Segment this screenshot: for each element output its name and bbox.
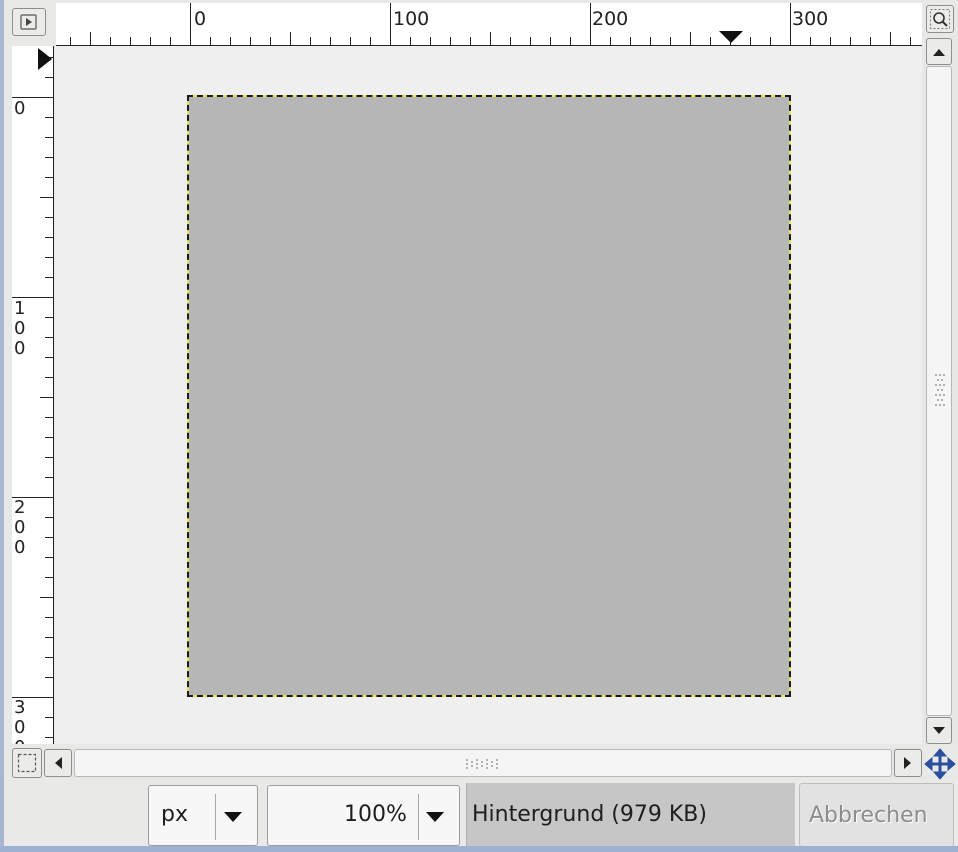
cancel-button-label: Abbrechen: [809, 803, 928, 828]
dashed-square-icon: [17, 753, 37, 773]
hruler-label-300: 300: [792, 8, 828, 30]
horizontal-scroll-thumb[interactable]: [74, 749, 892, 777]
scroll-right-button[interactable]: [894, 749, 922, 777]
scroll-down-button[interactable]: [926, 717, 952, 744]
layer-info-label: Hintergrund (979 KB): [466, 783, 795, 847]
vruler-label-300: 300: [14, 697, 25, 744]
unit-selector-value: px: [161, 802, 188, 827]
window-frame-left: [0, 0, 4, 852]
arrow-up-icon: [933, 48, 945, 56]
vertical-scroll-thumb[interactable]: [926, 66, 952, 716]
zoom-selector-value: 100%: [344, 802, 407, 827]
grip-icon: [935, 374, 945, 406]
window-frame-bottom: [0, 846, 958, 852]
vruler-label-200: 200: [14, 497, 25, 558]
triangle-play-icon: [20, 14, 37, 30]
hruler-pointer-marker: [719, 31, 743, 43]
hruler-label-100: 100: [393, 8, 429, 30]
cancel-button[interactable]: Abbrechen: [799, 783, 954, 847]
image-layer[interactable]: [187, 95, 791, 697]
chevron-down-icon: [426, 812, 444, 822]
scroll-up-button[interactable]: [926, 38, 952, 65]
arrow-right-icon: [904, 757, 911, 769]
image-menu-button[interactable]: [12, 8, 46, 36]
magnifier-icon: [930, 9, 950, 29]
hruler-label-200: 200: [592, 8, 628, 30]
zoom-fit-button[interactable]: [926, 5, 954, 33]
grip-icon: [466, 759, 498, 769]
vruler-label-0: 0: [14, 98, 25, 119]
vertical-ruler: 0 100 200 300: [12, 46, 54, 744]
scroll-left-button[interactable]: [44, 749, 72, 777]
vruler-pointer-marker: [38, 48, 52, 70]
unit-selector[interactable]: px: [148, 785, 258, 846]
layer-info-text: Hintergrund (979 KB): [472, 802, 707, 827]
chevron-down-icon: [224, 812, 242, 822]
hruler-label-0: 0: [194, 8, 206, 30]
horizontal-ruler: 0 100 200 300: [56, 3, 922, 46]
four-way-arrows-icon: [924, 748, 956, 780]
navigate-button[interactable]: [924, 748, 956, 780]
arrow-down-icon: [933, 726, 945, 734]
canvas-area[interactable]: [55, 46, 922, 744]
quick-mask-button[interactable]: [12, 748, 42, 778]
vruler-label-100: 100: [14, 298, 25, 359]
zoom-selector[interactable]: 100%: [267, 785, 460, 846]
arrow-left-icon: [55, 757, 62, 769]
